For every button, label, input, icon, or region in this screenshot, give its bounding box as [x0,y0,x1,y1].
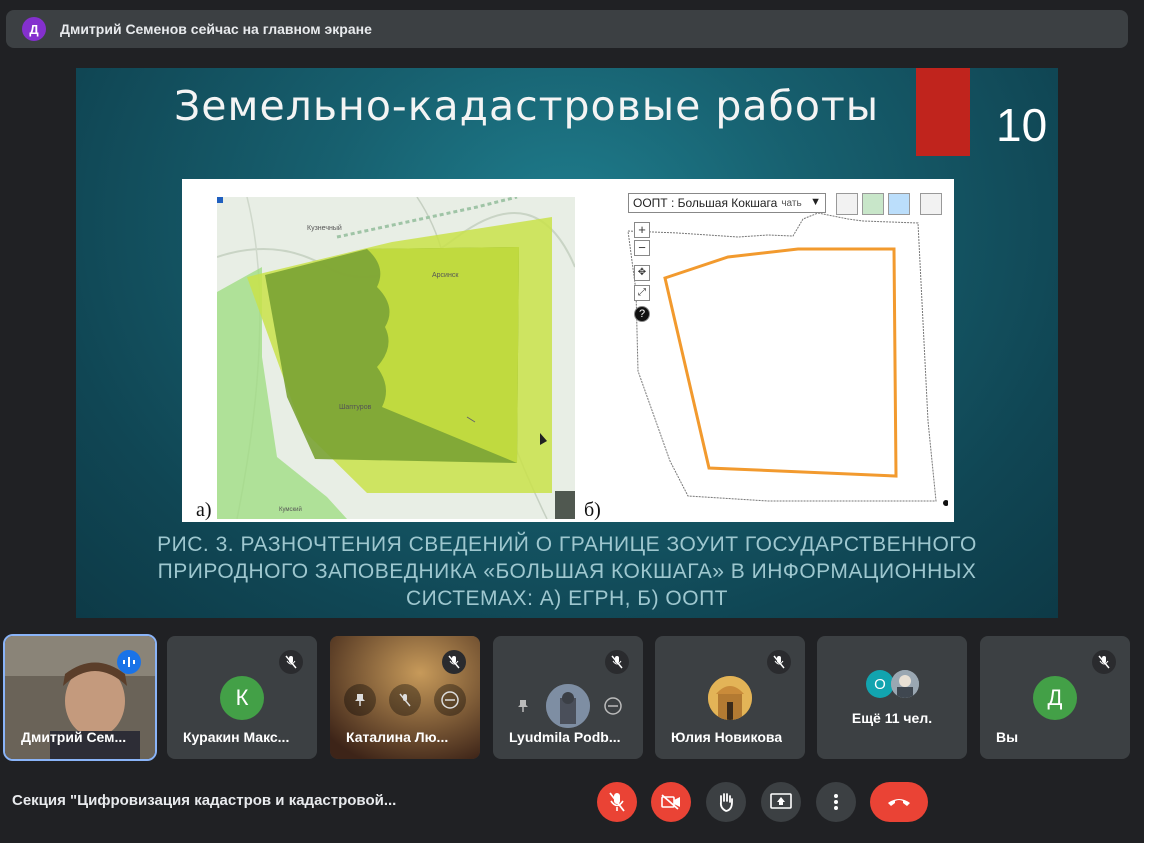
participant-tile[interactable]: Дмитрий Сем... [3,634,157,761]
slide-number: 10 [996,99,1048,151]
mic-off-icon [605,650,629,674]
map-place-label: Шаптуров [339,404,372,411]
map-export-icon[interactable] [920,193,942,215]
mute-participant-icon[interactable] [389,684,421,716]
pin-icon[interactable] [344,684,376,716]
map-place-label: Кузнечный [307,224,342,232]
presenter-banner-text: Дмитрий Семенов сейчас на главном экране [60,21,372,37]
participant-tile[interactable]: Lyudmila Podb... [493,636,643,759]
participant-name: Каталина Лю... [346,729,449,745]
participant-tile[interactable]: Д Вы [980,636,1130,759]
raise-hand-button[interactable] [706,782,746,822]
meeting-title: Секция "Цифровизация кадастров и кадастр… [12,792,397,809]
presenter-avatar: Д [22,17,46,41]
slide-figure: Кузнечный Арсинск Шаптуров Кумский а) ОО… [182,179,954,522]
caption-line: СИСТЕМАХ: А) ЕГРН, Б) ООПТ [406,587,728,610]
mic-off-icon [279,650,303,674]
avatar: О [866,670,894,698]
map-place-label: Кумский [279,506,302,513]
mic-off-icon [1092,650,1116,674]
map-layers-icon[interactable] [862,193,884,215]
mic-off-icon [767,650,791,674]
presenter-banner: Д Дмитрий Семенов сейчас на главном экра… [6,10,1128,48]
avatar [891,670,919,698]
participant-name: Вы [996,729,1019,745]
present-screen-button[interactable] [761,782,801,822]
participant-name: Дмитрий Сем... [21,729,127,745]
slide-caption: РИС. 3. РАЗНОЧТЕНИЯ СВЕДЕНИЙ О ГРАНИЦЕ З… [116,531,1018,612]
figure-label-a: а) [196,499,212,521]
slide-title: Земельно-кадастровые работы [174,82,880,130]
avatar: Д [1033,676,1077,720]
speaking-indicator-icon [117,650,141,674]
more-vert-icon [834,794,838,810]
mic-off-icon [609,792,625,812]
more-participants-tile[interactable]: О Ещё 11 чел. [817,636,967,759]
tile-hover-actions [507,684,629,728]
map-pan-icon[interactable]: ✥ [634,265,650,281]
participant-name: Ещё 11 чел. [851,710,933,726]
map-layer-select[interactable]: ООПТ : Большая Кокшага чать ▼ [628,193,826,213]
map-b-oopt [618,191,948,516]
camera-toggle-button[interactable] [651,782,691,822]
participant-tile[interactable]: К Куракин Макс... [167,636,317,759]
leave-call-button[interactable] [870,782,928,822]
avatar [708,676,752,720]
map-zoom-out-button[interactable]: − [634,240,650,256]
screen-edge [1144,0,1152,843]
slide-accent-block [916,68,970,156]
remove-participant-icon[interactable] [597,690,629,722]
map-basemap-icon[interactable] [888,193,910,215]
avatar: К [220,676,264,720]
map-layer-select-value: ООПТ : Большая Кокшага [633,196,778,210]
tile-hover-actions [344,684,466,716]
hand-icon [719,793,733,812]
participant-tile[interactable]: Юлия Новикова [655,636,805,759]
participant-tile[interactable]: Каталина Лю... [330,636,480,759]
map-place-label: Арсинск [432,272,459,279]
remove-participant-icon[interactable] [434,684,466,716]
avatar [546,684,590,728]
more-options-button[interactable] [816,782,856,822]
shared-screen-slide: Земельно-кадастровые работы 10 Кузнечный… [76,68,1058,618]
present-screen-icon [770,793,792,809]
participant-name: Юлия Новикова [671,729,783,745]
map-layer-select-overflow: чать [781,197,802,209]
participant-name: Куракин Макс... [183,729,290,745]
camera-off-icon [661,794,680,810]
caption-line: ПРИРОДНОГО ЗАПОВЕДНИКА «БОЛЬШАЯ КОКШАГА»… [157,560,977,583]
map-help-icon[interactable]: ? [634,306,650,322]
map-zoom-in-button[interactable]: + [634,222,650,238]
map-a-egrn: Кузнечный Арсинск Шаптуров Кумский [217,197,575,519]
caption-line: РИС. 3. РАЗНОЧТЕНИЯ СВЕДЕНИЙ О ГРАНИЦЕ З… [157,533,977,556]
mic-off-icon [442,650,466,674]
chevron-down-icon: ▼ [810,196,821,208]
map-table-icon[interactable] [836,193,858,215]
pin-icon[interactable] [507,690,539,722]
map-fullscreen-icon[interactable]: ⤢ [634,285,650,301]
mic-toggle-button[interactable] [597,782,637,822]
participant-name: Lyudmila Podb... [509,729,621,745]
hang-up-icon [888,799,910,806]
figure-label-b: б) [584,499,601,521]
